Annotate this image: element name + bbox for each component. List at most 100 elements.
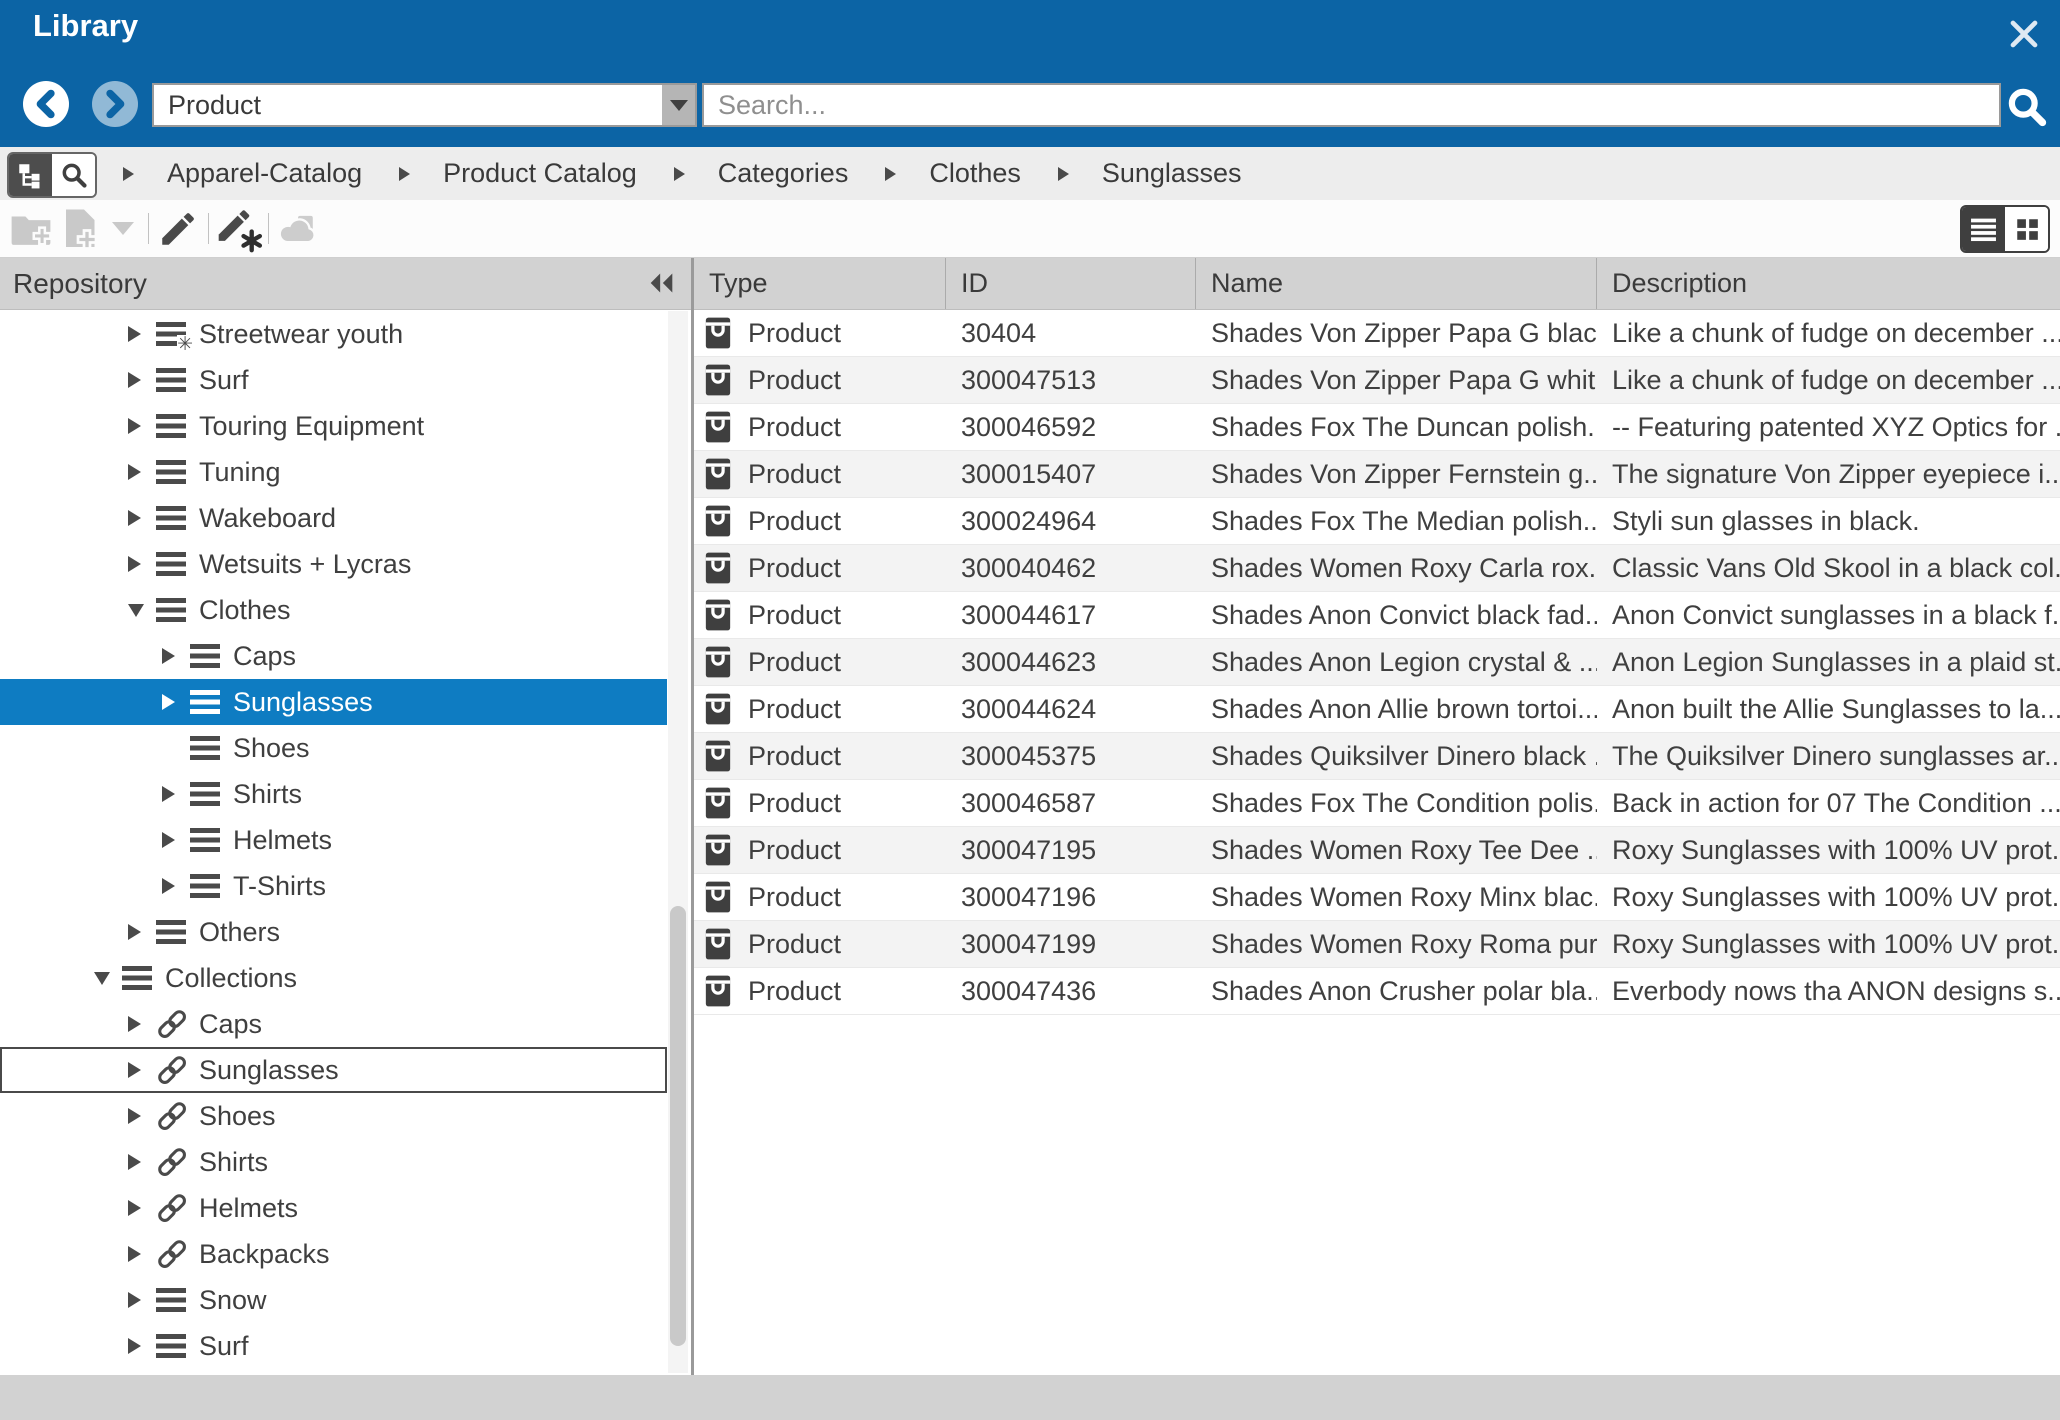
tree-item[interactable]: Backpacks [0, 1231, 667, 1277]
new-content-button[interactable] [62, 200, 100, 257]
tree-item[interactable]: Wetsuits + Lycras [0, 541, 667, 587]
tree-scrollbar-thumb[interactable] [670, 906, 686, 1346]
new-content-menu-button[interactable] [106, 200, 140, 257]
breadcrumb-item[interactable]: Categories [718, 158, 849, 189]
table-row[interactable]: Product300024964Shades Fox The Median po… [694, 498, 2060, 545]
bulk-edit-button[interactable] [214, 200, 264, 257]
pencil-icon [157, 208, 199, 250]
description-cell: Roxy Sunglasses with 100% UV prot... [1597, 882, 2060, 913]
edit-button[interactable] [156, 200, 200, 257]
table-row[interactable]: Product300047436Shades Anon Crusher pola… [694, 968, 2060, 1015]
breadcrumb-item[interactable]: Sunglasses [1102, 158, 1242, 189]
tree-item[interactable]: Caps [0, 1001, 667, 1047]
chevron-right-icon[interactable] [162, 644, 176, 668]
chevron-right-icon[interactable] [128, 920, 142, 944]
tree-item[interactable]: Shirts [0, 1139, 667, 1185]
tree-item[interactable]: Shoes [0, 725, 667, 771]
chevron-right-icon[interactable] [128, 322, 142, 346]
breadcrumb-arrow-icon [123, 167, 134, 181]
table-row[interactable]: Product30404Shades Von Zipper Papa G bla… [694, 310, 2060, 357]
description-cell: -- Featuring patented XYZ Optics for ... [1597, 412, 2060, 443]
chevron-right-icon[interactable] [128, 506, 142, 530]
chevron-right-icon[interactable] [128, 414, 142, 438]
collapse-panel-icon[interactable] [648, 271, 675, 295]
tree-item[interactable]: Touring Equipment [0, 403, 667, 449]
tree-item[interactable]: Surf [0, 1323, 667, 1369]
chevron-down-icon[interactable] [94, 966, 108, 990]
table-row[interactable]: Product300040462Shades Women Roxy Carla … [694, 545, 2060, 592]
breadcrumb-item[interactable]: Apparel-Catalog [167, 158, 362, 189]
tree-item[interactable]: Collections [0, 955, 667, 1001]
tree-item[interactable]: Shoes [0, 1093, 667, 1139]
back-button[interactable] [23, 81, 69, 127]
chevron-down-icon[interactable] [128, 598, 142, 622]
chevron-right-icon[interactable] [162, 874, 176, 898]
type-filter-dropdown[interactable]: Product [152, 83, 697, 127]
table-row[interactable]: Product300046592Shades Fox The Duncan po… [694, 404, 2060, 451]
chevron-right-icon[interactable] [128, 1334, 142, 1358]
tree-item[interactable]: Helmets [0, 1185, 667, 1231]
close-icon[interactable] [2002, 12, 2046, 56]
name-cell: Shades Fox The Median polish... [1196, 506, 1597, 537]
chevron-right-icon[interactable] [128, 460, 142, 484]
name-cell: Shades Fox The Duncan polish... [1196, 412, 1597, 443]
chevron-right-icon[interactable] [162, 782, 176, 806]
link-icon [156, 1057, 188, 1083]
tree-item[interactable]: Wakeboard [0, 495, 667, 541]
column-header[interactable]: Type [694, 258, 946, 309]
breadcrumb-item[interactable]: Clothes [929, 158, 1021, 189]
chevron-right-icon[interactable] [162, 690, 176, 714]
tree-mode-toggle[interactable] [9, 154, 52, 196]
chevron-right-icon[interactable] [128, 1288, 142, 1312]
chevron-right-icon[interactable] [128, 1242, 142, 1266]
tree-item[interactable]: Surf [0, 357, 667, 403]
table-row[interactable]: Product300047195Shades Women Roxy Tee De… [694, 827, 2060, 874]
tree-item[interactable]: Helmets [0, 817, 667, 863]
tree-item[interactable]: Snow [0, 1277, 667, 1323]
list-view-button[interactable] [1962, 207, 2005, 251]
tree-item[interactable]: Sunglasses [0, 679, 667, 725]
chevron-down-icon[interactable] [662, 85, 695, 125]
tree-item[interactable]: Others [0, 909, 667, 955]
description-cell: Roxy Sunglasses with 100% UV prot... [1597, 929, 2060, 960]
table-row[interactable]: Product300047196Shades Women Roxy Minx b… [694, 874, 2060, 921]
chevron-right-icon[interactable] [162, 828, 176, 852]
toolbar-separator [148, 213, 149, 244]
chevron-right-icon[interactable] [128, 1058, 142, 1082]
table-row[interactable]: Product300044624Shades Anon Allie brown … [694, 686, 2060, 733]
tree-item[interactable]: Clothes [0, 587, 667, 633]
description-cell: Classic Vans Old Skool in a black col... [1597, 553, 2060, 584]
column-header[interactable]: Name [1196, 258, 1597, 309]
chevron-right-icon[interactable] [128, 368, 142, 392]
publish-button[interactable] [274, 200, 322, 257]
table-row[interactable]: Product300044623Shades Anon Legion cryst… [694, 639, 2060, 686]
chevron-right-icon[interactable] [128, 1196, 142, 1220]
tree-item[interactable]: Caps [0, 633, 667, 679]
column-header[interactable]: Description [1597, 258, 2060, 309]
tree-item[interactable]: Sunglasses [0, 1047, 667, 1093]
table-row[interactable]: Product300044617Shades Anon Convict blac… [694, 592, 2060, 639]
table-row[interactable]: Product300047513Shades Von Zipper Papa G… [694, 357, 2060, 404]
chevron-right-icon[interactable] [128, 552, 142, 576]
tree-item[interactable]: Tuning [0, 449, 667, 495]
chevron-right-icon[interactable] [128, 1104, 142, 1128]
tree-item[interactable]: Streetwear youth [0, 311, 667, 357]
tree-item-label: Wetsuits + Lycras [199, 549, 411, 580]
new-folder-button[interactable] [10, 200, 52, 257]
forward-button[interactable] [92, 81, 138, 127]
tree-item[interactable]: T-Shirts [0, 863, 667, 909]
table-row[interactable]: Product300046587Shades Fox The Condition… [694, 780, 2060, 827]
search-input[interactable] [702, 83, 2001, 127]
chevron-right-icon[interactable] [128, 1150, 142, 1174]
tree-item[interactable]: Shirts [0, 771, 667, 817]
search-mode-toggle[interactable] [52, 154, 95, 196]
table-row[interactable]: Product300047199Shades Women Roxy Roma p… [694, 921, 2060, 968]
table-row[interactable]: Product300045375Shades Quiksilver Dinero… [694, 733, 2060, 780]
search-icon[interactable] [2004, 84, 2048, 128]
thumbnail-view-button[interactable] [2005, 207, 2048, 251]
breadcrumb-item[interactable]: Product Catalog [443, 158, 637, 189]
chevron-right-icon[interactable] [128, 1012, 142, 1036]
table-row[interactable]: Product300015407Shades Von Zipper Fernst… [694, 451, 2060, 498]
tree-scrollbar[interactable] [668, 311, 688, 1373]
column-header[interactable]: ID [946, 258, 1196, 309]
